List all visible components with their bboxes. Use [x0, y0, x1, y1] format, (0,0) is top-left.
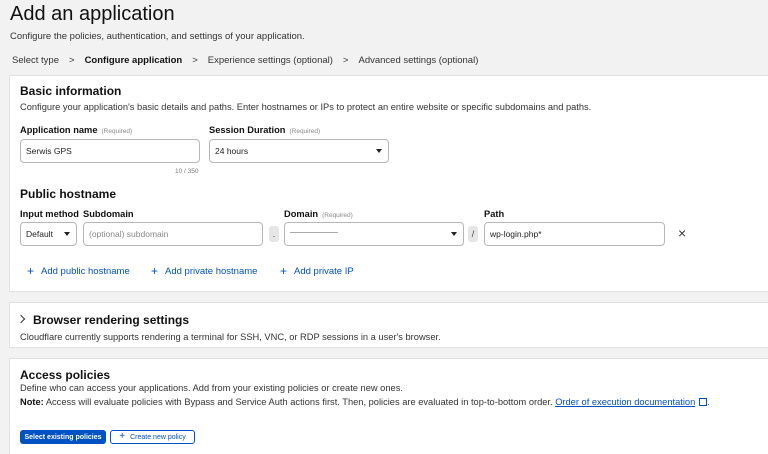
domain-select[interactable] — [284, 222, 464, 246]
basic-information-description: Configure your application's basic detai… — [20, 102, 592, 112]
order-of-execution-link[interactable]: Order of execution documentation — [555, 397, 695, 407]
application-name-input[interactable]: Serwis GPS — [20, 139, 200, 163]
step-separator: > — [69, 55, 75, 66]
access-policies-title: Access policies — [20, 368, 111, 382]
add-private-hostname-button[interactable]: + Add private hostname — [151, 265, 257, 277]
basic-information-title: Basic information — [20, 84, 122, 98]
step-separator: > — [342, 55, 349, 66]
browser-rendering-title[interactable]: Browser rendering settings — [33, 313, 189, 327]
access-policies-card: Access policies Define who can access yo… — [9, 358, 768, 454]
application-name-counter: 10 / 350 — [175, 168, 199, 175]
add-private-hostname-label: Add private hostname — [165, 265, 258, 277]
step-select-type[interactable]: Select type — [12, 55, 59, 66]
add-private-ip-label: Add private IP — [294, 265, 354, 277]
note-label: Note: — [20, 397, 44, 407]
step-separator: > — [192, 55, 198, 66]
create-new-policy-label: Create new policy — [130, 433, 186, 441]
chevron-down-icon — [451, 232, 457, 236]
required-tag: (Required) — [322, 212, 353, 219]
public-hostname-title: Public hostname — [20, 187, 117, 201]
session-duration-select[interactable]: 24 hours — [209, 139, 389, 163]
domain-redacted-value — [290, 231, 338, 233]
plus-icon: + — [151, 264, 159, 278]
path-input[interactable]: wp-login.php* — [484, 222, 665, 246]
step-configure-application[interactable]: Configure application — [85, 55, 183, 66]
browser-rendering-description: Cloudflare currently supports rendering … — [20, 332, 441, 342]
slash-separator: / — [468, 226, 478, 242]
basic-information-card: Basic information Configure your applica… — [9, 75, 768, 292]
close-icon[interactable]: × — [678, 226, 686, 240]
access-policies-description: Define who can access your applications.… — [20, 383, 403, 393]
chevron-down-icon — [64, 232, 70, 236]
create-new-policy-button[interactable]: + Create new policy — [110, 430, 195, 444]
plus-icon: + — [119, 431, 126, 442]
page-title: Add an application — [10, 3, 175, 25]
session-duration-label-text: Session Duration — [209, 125, 286, 135]
wizard-steps: Select type > Configure application > Ex… — [12, 55, 478, 66]
application-name-label: Application name (Required) — [20, 125, 132, 135]
select-existing-policies-button[interactable]: Select existing policies — [20, 430, 106, 444]
session-duration-label: Session Duration (Required) — [209, 125, 320, 135]
input-method-select[interactable]: Default — [20, 222, 77, 246]
domain-label: Domain (Required) — [284, 209, 353, 219]
add-public-hostname-label: Add public hostname — [41, 265, 130, 277]
subdomain-label: Subdomain — [83, 209, 134, 219]
note-end: . — [707, 397, 710, 407]
plus-icon: + — [27, 264, 35, 278]
subdomain-input[interactable]: (optional) subdomain — [83, 222, 263, 246]
domain-label-text: Domain — [284, 209, 319, 219]
page-subtitle: Configure the policies, authentication, … — [10, 31, 305, 42]
browser-rendering-card: Browser rendering settings Cloudflare cu… — [9, 302, 768, 348]
input-method-label: Input method — [20, 209, 79, 219]
access-policies-note: Note: Access will evaluate policies with… — [20, 397, 710, 407]
dot-separator: . — [269, 226, 279, 242]
note-text: Access will evaluate policies with Bypas… — [43, 397, 556, 407]
path-label: Path — [484, 209, 505, 219]
required-tag: (Required) — [289, 128, 321, 135]
add-private-ip-button[interactable]: + Add private IP — [280, 265, 354, 277]
required-tag: (Required) — [101, 128, 133, 135]
plus-icon: + — [280, 264, 288, 278]
step-advanced-settings[interactable]: Advanced settings (optional) — [358, 55, 478, 66]
input-method-value: Default — [26, 229, 53, 239]
chevron-down-icon — [376, 149, 382, 153]
step-experience-settings[interactable]: Experience settings (optional) — [208, 55, 333, 66]
add-public-hostname-button[interactable]: + Add public hostname — [27, 265, 130, 277]
application-name-label-text: Application name — [20, 125, 98, 135]
external-link-icon — [699, 398, 708, 406]
session-duration-value: 24 hours — [215, 146, 249, 156]
chevron-right-icon[interactable] — [16, 314, 26, 324]
